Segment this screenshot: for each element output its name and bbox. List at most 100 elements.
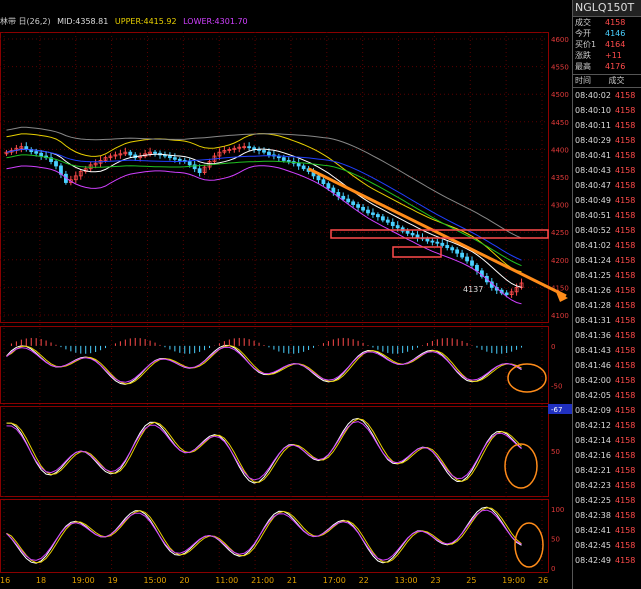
quote-field-label: 最高 <box>575 62 591 71</box>
quote-field-value: 4164 <box>605 40 626 49</box>
trade-row: 08:40:51 4158 <box>573 208 641 223</box>
trade-list[interactable]: 08:40:02 4158 08:40:10 4158 08:40:11 4158 08:4… <box>573 88 641 568</box>
trade-price: 4158 <box>615 376 636 385</box>
x-tick-label: 19 <box>108 576 118 585</box>
corner-label: -67 <box>551 406 562 414</box>
trade-price: 4158 <box>615 421 636 430</box>
candle-body <box>316 175 321 181</box>
y-tick-label: 4450 <box>551 119 569 127</box>
candle-body <box>361 206 365 211</box>
trade-time: 08:40:29 <box>575 136 611 145</box>
y-tick-label: -50 <box>551 383 562 391</box>
trend-arrow-line <box>307 167 567 298</box>
trade-time: 08:42:23 <box>575 481 611 490</box>
trade-time: 08:42:12 <box>575 421 611 430</box>
candle-body <box>380 216 385 221</box>
quote-field: 买价1 4164 <box>573 39 641 50</box>
osc-signal-line <box>6 507 522 564</box>
candle-body <box>197 168 202 173</box>
trade-time: 08:41:25 <box>575 271 611 280</box>
trade-row: 08:42:12 4158 <box>573 418 641 433</box>
x-tick-label: 22 <box>359 576 369 585</box>
trade-row: 08:41:28 4158 <box>573 298 641 313</box>
candle-body <box>460 252 464 258</box>
chart-area[interactable]: 4600 4550 4500 4450 4400 4350 4300 4250 4200 4150… <box>0 0 572 589</box>
trade-row: 08:40:11 4158 <box>573 118 641 133</box>
trade-row: 08:42:49 4158 <box>573 553 641 568</box>
x-tick-label: 19:00 <box>502 576 525 585</box>
trade-row: 08:42:05 4158 <box>573 388 641 403</box>
y-tick-label: 4550 <box>551 64 569 72</box>
y-tick-label: 4200 <box>551 257 569 265</box>
candle-body <box>301 165 306 170</box>
candle-body <box>445 245 450 249</box>
quote-fields: 成交 4158 今开 4146 买价1 4164 涨跌 +11 最高 4176 <box>573 17 641 72</box>
candle-body <box>296 162 301 167</box>
upper-label: UPPER:4415.92 <box>114 17 177 26</box>
candle-body <box>475 264 479 272</box>
trade-time: 08:42:45 <box>575 541 611 550</box>
trade-row: 08:40:29 4158 <box>573 133 641 148</box>
candle-body <box>395 225 400 229</box>
x-tick-label: 20 <box>179 576 189 585</box>
trade-row: 08:42:21 4158 <box>573 463 641 478</box>
y-tick-label: 4400 <box>551 146 569 154</box>
trade-row: 08:41:26 4158 <box>573 283 641 298</box>
trade-time: 08:40:47 <box>575 181 611 190</box>
trade-time: 08:41:24 <box>575 256 611 265</box>
symbol-title[interactable]: NGLQ150T <box>573 0 641 17</box>
trade-time: 08:42:14 <box>575 436 611 445</box>
trade-row: 08:42:14 4158 <box>573 433 641 448</box>
trade-price: 4158 <box>615 91 636 100</box>
trade-time: 08:41:43 <box>575 346 611 355</box>
trade-row: 08:40:49 4158 <box>573 193 641 208</box>
trade-price: 4158 <box>615 346 636 355</box>
trade-time: 08:42:21 <box>575 466 611 475</box>
low-annotation: 4137 <box>463 285 483 294</box>
quote-field-label: 成交 <box>575 18 591 27</box>
candle-body <box>326 183 331 189</box>
trade-price: 4158 <box>615 106 636 115</box>
lower-label: LOWER:4301.70 <box>183 17 248 26</box>
trade-price: 4158 <box>615 556 636 565</box>
trade-price: 4158 <box>615 136 636 145</box>
candle-body <box>504 292 509 295</box>
quote-field-value: +11 <box>605 51 622 60</box>
trade-row: 08:41:02 4158 <box>573 238 641 253</box>
quote-field-label: 涨跌 <box>575 51 591 60</box>
col-trade: 成交 <box>608 76 625 85</box>
trade-price: 4158 <box>615 361 636 370</box>
y-tick-label: 4100 <box>551 312 569 320</box>
candle-body <box>440 242 445 246</box>
x-tick-label: 15:00 <box>143 576 166 585</box>
quote-field-value: 4146 <box>605 29 626 38</box>
trade-row: 08:41:46 4158 <box>573 358 641 373</box>
trade-time: 08:40:49 <box>575 196 611 205</box>
trade-price: 4158 <box>615 451 636 460</box>
trade-row: 08:41:31 4158 <box>573 313 641 328</box>
candle-body <box>177 158 182 161</box>
trade-time: 08:40:10 <box>575 106 611 115</box>
osc-third-line <box>6 421 522 481</box>
trade-price: 4158 <box>615 406 636 415</box>
trade-row: 08:41:24 4158 <box>573 253 641 268</box>
x-tick-label: 18 <box>36 576 46 585</box>
quote-field-value: 4176 <box>605 62 626 71</box>
trade-price: 4158 <box>615 151 636 160</box>
candle-body <box>376 214 380 218</box>
top-bar <box>0 0 572 14</box>
candle-body <box>321 179 326 185</box>
trade-time: 08:42:49 <box>575 556 611 565</box>
osc-signal-line <box>6 418 522 483</box>
candle-body <box>356 204 360 208</box>
candle-body <box>34 151 39 154</box>
trade-row: 08:42:00 4158 <box>573 373 641 388</box>
trade-price: 4158 <box>615 196 636 205</box>
mid-label: MID:4358.81 <box>57 17 109 26</box>
kline-chart[interactable]: 4600455045004450440043504300425042004150… <box>0 0 572 589</box>
candle-body <box>366 209 370 214</box>
x-tick-label: 26 <box>538 576 548 585</box>
trade-row: 08:42:23 4158 <box>573 478 641 493</box>
trade-time: 08:40:41 <box>575 151 611 160</box>
candle-body <box>153 151 157 154</box>
